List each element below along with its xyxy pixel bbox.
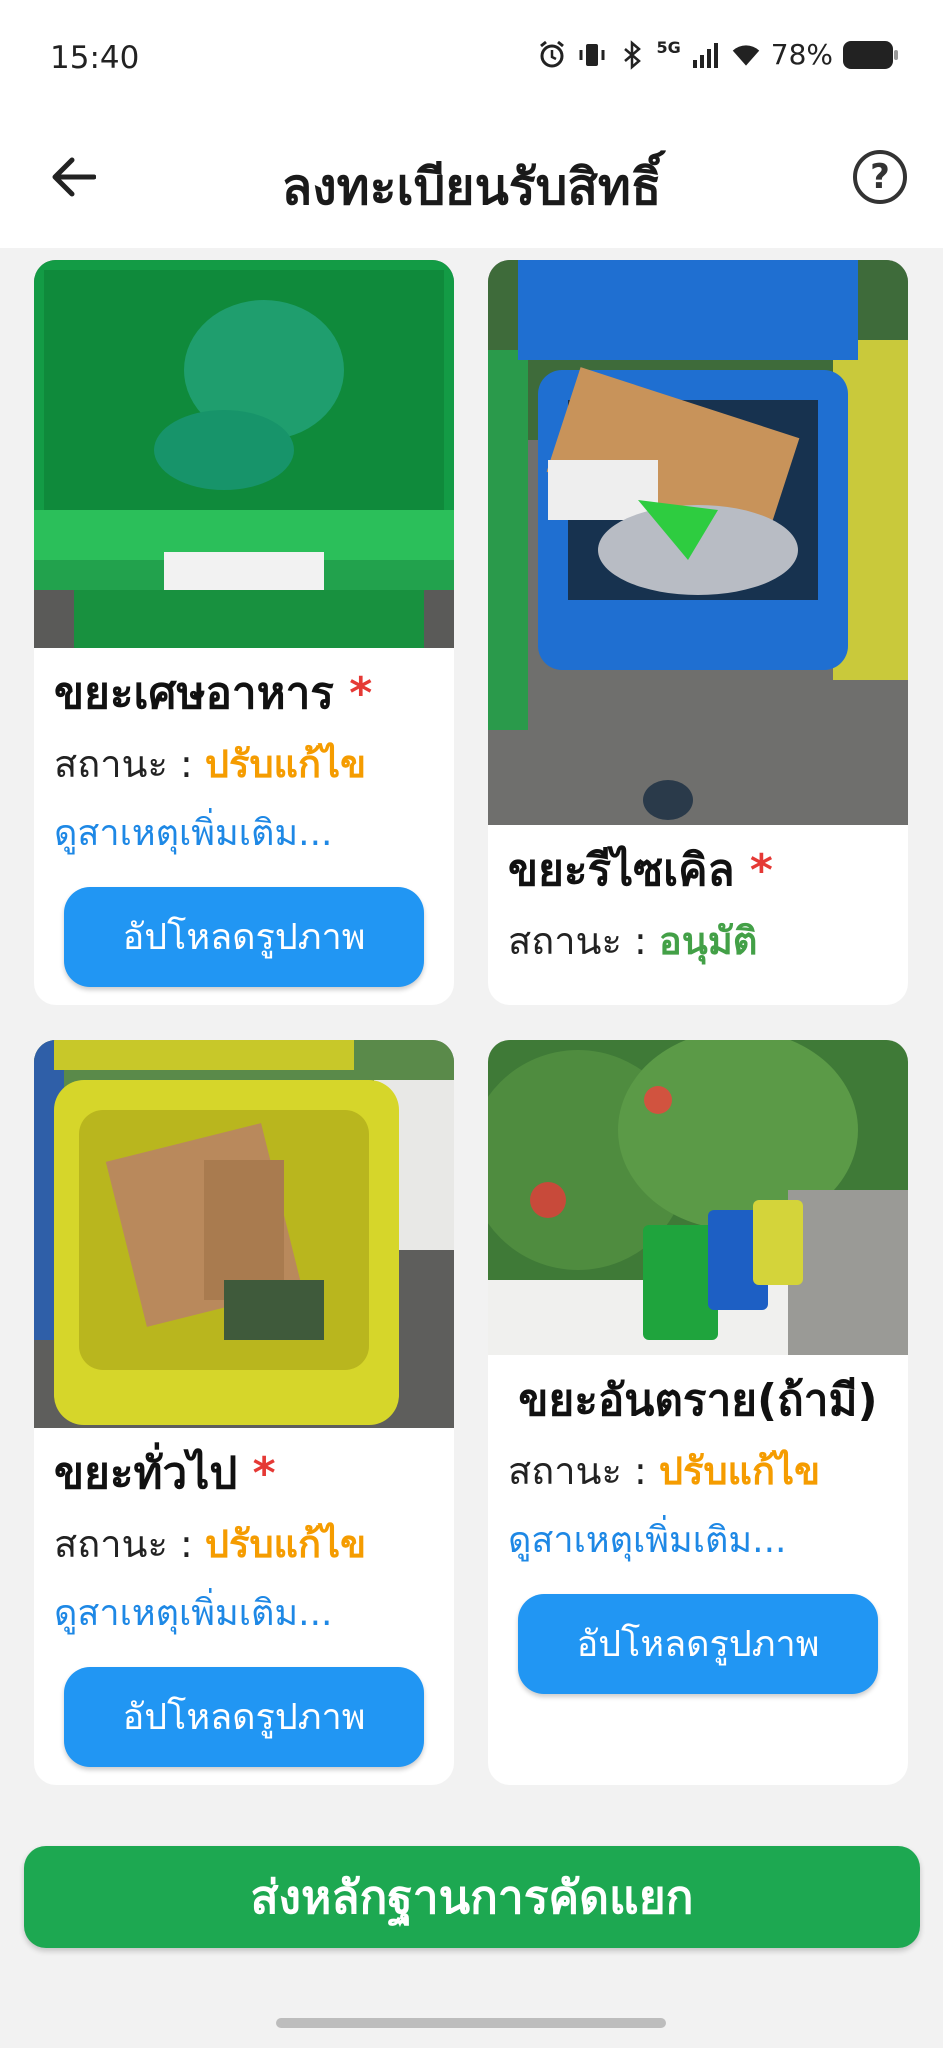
status-value: อนุมัติ: [658, 918, 758, 963]
status-line: สถานะ : อนุมัติ: [508, 918, 758, 963]
signal-icon: [691, 40, 721, 70]
card-title: ขยะทั่วไป *: [54, 1448, 276, 1499]
waste-card-general: ขยะทั่วไป * สถานะ : ปรับแก้ไข ดูสาเหตุเพ…: [34, 1040, 454, 1785]
network-type: 5G: [656, 38, 681, 57]
status-value: ปรับแก้ไข: [204, 1521, 367, 1566]
bluetooth-icon: [617, 39, 647, 70]
upload-photo-button[interactable]: อัปโหลดรูปภาพ: [518, 1593, 878, 1694]
waste-card-recycle: ขยะรีไซเคิล * สถานะ : อนุมัติ: [488, 260, 908, 1005]
home-indicator[interactable]: [276, 2018, 666, 2028]
see-more-reason-link[interactable]: ดูสาเหตุเพิ่มเติม...: [54, 804, 434, 861]
status-value: ปรับแก้ไข: [658, 1448, 821, 1493]
vibrate-icon: [577, 40, 607, 70]
three-bins-photo: [488, 1040, 908, 1355]
upload-photo-button[interactable]: อัปโหลดรูปภาพ: [64, 886, 424, 987]
status-line: สถานะ : ปรับแก้ไข: [508, 1448, 821, 1493]
wifi-icon: [731, 40, 761, 70]
status-time: 15:40: [50, 40, 140, 76]
yellow-bin-photo: [34, 1040, 454, 1428]
status-line: สถานะ : ปรับแก้ไข: [54, 1521, 367, 1566]
waste-card-hazardous: ขยะอันตราย(ถ้ามี) สถานะ : ปรับแก้ไข ดูสา…: [488, 1040, 908, 1785]
app-bar: ลงทะเบียนรับสิทธิ์ ?: [0, 118, 943, 248]
card-title: ขยะเศษอาหาร *: [54, 668, 373, 719]
status-icons: 5G 78%: [537, 38, 898, 71]
battery-percent: 78%: [770, 38, 833, 71]
upload-photo-button[interactable]: อัปโหลดรูปภาพ: [64, 1666, 424, 1767]
submit-evidence-button[interactable]: ส่งหลักฐานการคัดแยก: [24, 1846, 920, 1948]
waste-card-food: ขยะเศษอาหาร * สถานะ : ปรับแก้ไข ดูสาเหตุ…: [34, 260, 454, 1005]
green-bin-photo: [34, 260, 454, 648]
see-more-reason-link[interactable]: ดูสาเหตุเพิ่มเติม...: [508, 1511, 888, 1568]
help-button[interactable]: ?: [853, 150, 907, 204]
page-title: ลงทะเบียนรับสิทธิ์: [281, 158, 662, 216]
see-more-reason-link[interactable]: ดูสาเหตุเพิ่มเติม...: [54, 1584, 434, 1641]
card-title: ขยะรีไซเคิล *: [508, 845, 773, 896]
required-asterisk: *: [252, 1448, 276, 1499]
alarm-icon: [537, 40, 567, 70]
blue-bin-photo: [488, 260, 908, 825]
battery-icon: [843, 40, 898, 69]
required-asterisk: *: [749, 845, 773, 896]
status-bar: 15:40 5G 78%: [0, 0, 943, 118]
status-value: ปรับแก้ไข: [204, 741, 367, 786]
required-asterisk: *: [349, 668, 373, 719]
status-line: สถานะ : ปรับแก้ไข: [54, 741, 367, 786]
card-title: ขยะอันตราย(ถ้ามี): [518, 1375, 878, 1426]
